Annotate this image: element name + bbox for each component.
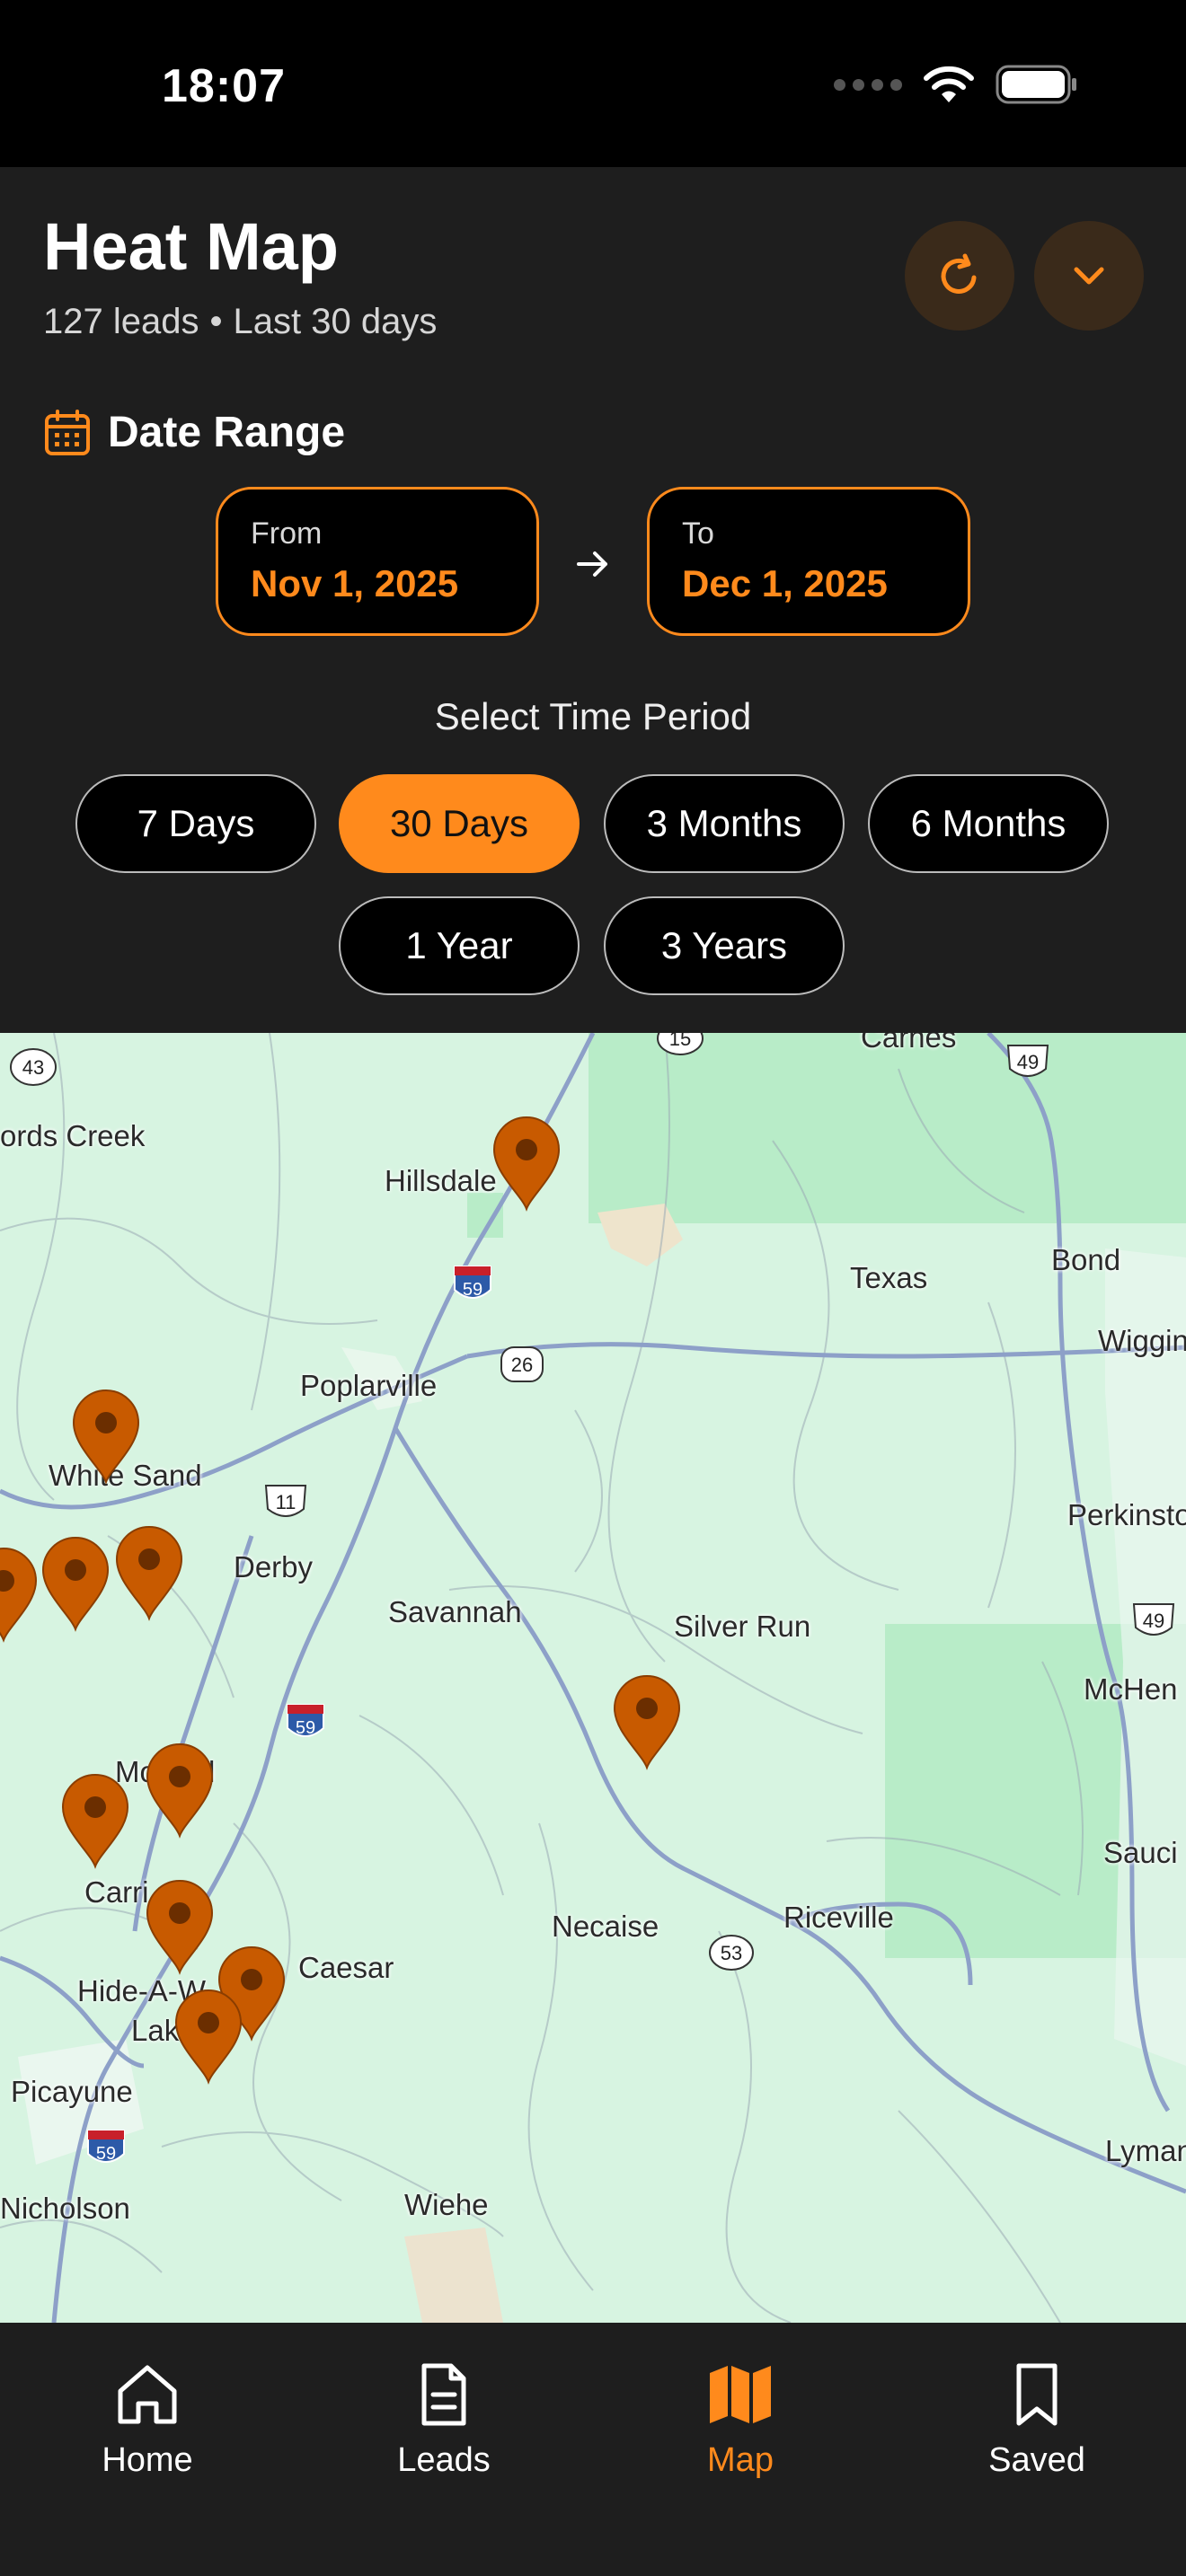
place-label: Carri [84,1875,149,1909]
lead-pin[interactable] [144,1741,216,1839]
nav-item-leads[interactable]: Leads [345,2359,543,2480]
status-time: 18:07 [162,60,286,112]
place-label: Derby [234,1550,314,1584]
wifi-icon [924,66,974,102]
heat-map-controls-panel: Heat Map 127 leads • Last 30 days Date Ran… [0,167,1186,1033]
route-26-shield: 26 [500,1346,544,1382]
route-11-shield: 11 [264,1485,307,1517]
place-label: Wiggin [1098,1324,1186,1357]
place-label: ords Creek [0,1119,146,1152]
route-49-shield: 49 [1006,1045,1049,1077]
nav-item-map[interactable]: Map [642,2359,839,2480]
svg-text:49: 49 [1143,1610,1164,1632]
lead-pin[interactable] [59,1771,131,1870]
lead-pin[interactable] [611,1672,683,1771]
route-53-shield: 53 [709,1935,754,1971]
route-15-shield: 15 [657,1033,704,1055]
lead-pin[interactable] [491,1114,562,1213]
from-label: From [251,516,323,551]
date-range-label: Date Range [108,409,346,456]
place-label: Silver Run [674,1610,811,1643]
time-period-label: Select Time Period [434,695,752,737]
period-chip-30-days[interactable]: 30 Days [339,774,580,873]
place-label: Necaise [552,1910,659,1943]
svg-text:49: 49 [1017,1051,1039,1073]
svg-text:53: 53 [721,1942,742,1964]
svg-text:59: 59 [96,2144,116,2164]
lead-summary: 127 leads • Last 30 days [43,302,437,342]
place-label: Hillsdale [385,1164,497,1197]
place-label: Nicholson [0,2192,130,2225]
document-icon [421,2363,466,2426]
nav-item-home[interactable]: Home [49,2359,246,2480]
nav-label-saved: Saved [988,2441,1085,2479]
lead-pin[interactable] [173,1987,244,2086]
place-label: McHen [1084,1672,1178,1706]
svg-text:59: 59 [296,1718,315,1738]
status-icons [834,65,1078,104]
heat-map-view[interactable]: 43 15 49 59 26 11 49 59 53 59 ords Creek… [0,1033,1186,2323]
cellular-signal-icon [834,78,902,91]
lead-pin[interactable] [144,1877,216,1976]
period-summary: Last 30 days [233,302,438,341]
place-label: Bond [1051,1243,1121,1276]
period-chip-7-days[interactable]: 7 Days [75,774,316,873]
lead-pin[interactable] [70,1387,142,1486]
chevron-down-icon [1074,267,1104,285]
interstate-59-shield-2: 59 [287,1704,324,1738]
period-chip-1-year[interactable]: 1 Year [339,896,580,995]
bottom-navigation: Home Leads Map Saved [0,2323,1186,2576]
nav-label-home: Home [102,2441,193,2479]
place-label: Carnes [861,1033,957,1054]
map-icon [710,2366,771,2423]
place-label: Lyman [1105,2134,1186,2167]
route-43-shield: 43 [10,1048,57,1086]
place-label: Caesar [298,1951,394,1984]
period-chip-3-months[interactable]: 3 Months [604,774,845,873]
lead-pin[interactable] [40,1534,111,1633]
svg-text:26: 26 [511,1354,533,1376]
to-date-value: Dec 1, 2025 [682,562,888,604]
to-date-picker[interactable]: To Dec 1, 2025 [647,487,970,636]
svg-text:15: 15 [669,1033,691,1050]
refresh-button[interactable] [905,221,1014,331]
nav-label-map: Map [707,2441,774,2479]
interstate-59-shield: 59 [454,1266,491,1300]
bookmark-icon [1016,2363,1058,2426]
lead-pin[interactable] [113,1523,185,1622]
battery-icon [996,65,1076,104]
nav-item-saved[interactable]: Saved [938,2359,1136,2480]
place-label: Wiehe [404,2188,489,2221]
svg-text:11: 11 [276,1491,296,1513]
status-bar: 18:07 [0,0,1186,167]
collapse-button[interactable] [1034,221,1144,331]
place-label: Savannah [388,1595,522,1628]
refresh-icon [941,253,977,294]
place-label: Poplarville [300,1369,438,1402]
route-49-shield-south: 49 [1132,1603,1175,1636]
map-base-layer [0,1033,1186,2323]
svg-text:59: 59 [463,1280,482,1300]
page-title: Heat Map [43,209,339,284]
separator: • [209,302,223,341]
svg-text:43: 43 [22,1056,44,1079]
interstate-59-shield-3: 59 [87,2130,125,2164]
lead-count: 127 leads [43,302,199,341]
date-range-header: Date Range [43,408,345,457]
home-icon [118,2365,177,2424]
calendar-icon [45,409,90,455]
from-date-picker[interactable]: From Nov 1, 2025 [216,487,539,636]
place-label: Texas [850,1261,928,1294]
place-label: Picayune [11,2075,133,2108]
place-label: Sauci [1103,1836,1178,1869]
place-label: Perkinsto [1067,1498,1186,1531]
place-label: Riceville [783,1901,894,1934]
period-chip-3-years[interactable]: 3 Years [604,896,845,995]
nav-label-leads: Leads [397,2441,491,2479]
period-chip-6-months[interactable]: 6 Months [868,774,1109,873]
lead-pin[interactable] [0,1545,40,1644]
arrow-right-icon [577,551,607,577]
from-date-value: Nov 1, 2025 [251,562,459,604]
to-label: To [682,516,714,551]
